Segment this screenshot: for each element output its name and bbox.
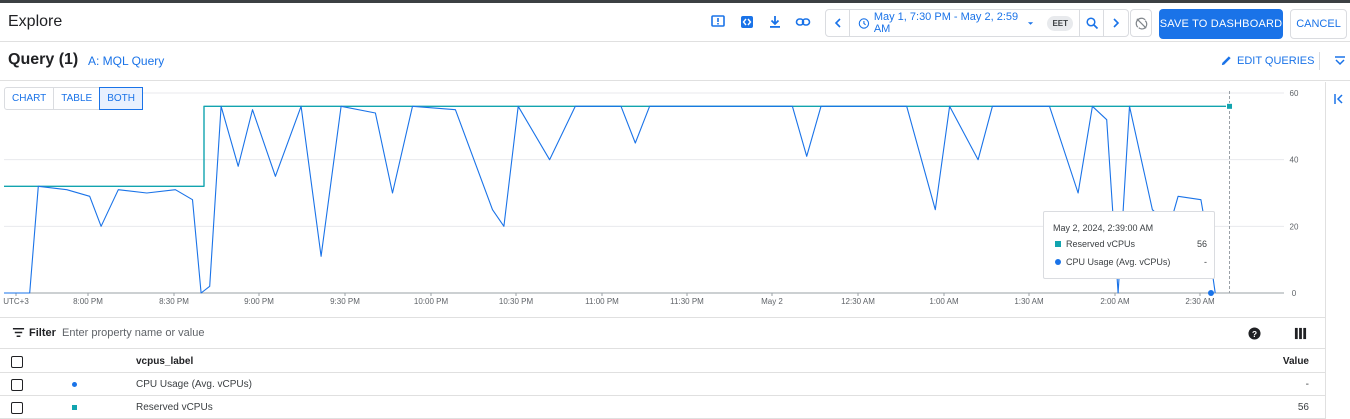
mql-query-link[interactable]: A: MQL Query	[88, 54, 164, 68]
filter-button[interactable]: Filter	[12, 326, 56, 339]
x-tick-label: 8:00 PM	[73, 297, 103, 306]
square-marker-icon	[1055, 241, 1061, 247]
x-tick-label: 11:00 PM	[585, 297, 619, 306]
circle-marker-icon	[1055, 259, 1061, 265]
clock-icon	[858, 17, 870, 29]
caret-down-icon	[1028, 21, 1034, 25]
filter-icon	[12, 328, 25, 337]
tooltip-row: CPU Usage (Avg. vCPUs) -	[1055, 257, 1207, 267]
download-icon[interactable]	[767, 14, 783, 30]
circle-marker-icon	[72, 382, 77, 387]
code-icon[interactable]	[739, 14, 755, 30]
square-marker-icon	[72, 405, 77, 410]
y-tick-label: 0	[1292, 289, 1297, 298]
columns-icon[interactable]	[1294, 327, 1307, 340]
page-title: Explore	[8, 13, 63, 30]
y-tick-label: 60	[1290, 89, 1299, 98]
time-range-label: May 1, 7:30 PM - May 2, 2:59 AM	[873, 11, 1019, 35]
column-header-label[interactable]: vcpus_label	[136, 356, 193, 367]
chevron-left-icon	[834, 18, 841, 28]
auto-refresh-off-button[interactable]	[1130, 9, 1152, 37]
chart-area: CHART TABLE BOTH 60 40 20 0 UTC+3 8:00 PM 8:30…	[0, 82, 1325, 317]
time-range-group: May 1, 7:30 PM - May 2, 2:59 AM EET	[825, 9, 1129, 37]
x-tick-label: 12:30 AM	[841, 297, 875, 306]
query-title: Query (1)	[8, 51, 79, 68]
x-tick-label: 9:00 PM	[244, 297, 274, 306]
x-tick-label: 11:30 PM	[670, 297, 704, 306]
reserved-hover-point	[1226, 102, 1234, 110]
row-label: CPU Usage (Avg. vCPUs)	[136, 379, 252, 390]
zoom-icon	[1085, 17, 1098, 30]
x-tick-label: 9:30 PM	[330, 297, 360, 306]
row-value: -	[1305, 379, 1309, 390]
row-checkbox[interactable]	[11, 379, 23, 391]
y-tick-label: 40	[1290, 156, 1299, 165]
row-value: 56	[1297, 402, 1309, 413]
tooltip-value: -	[1204, 257, 1207, 267]
right-side-rail	[1325, 82, 1350, 419]
x-tick-label: May 2	[761, 297, 783, 306]
link-icon[interactable]	[795, 14, 811, 30]
x-tick-label: 8:30 PM	[159, 297, 189, 306]
timezone-badge[interactable]: EET	[1047, 15, 1073, 31]
table-header-row: vcpus_label Value	[0, 350, 1325, 373]
view-chart-button[interactable]: CHART	[5, 88, 55, 109]
row-label: Reserved vCPUs	[136, 402, 213, 413]
tooltip-series-name: Reserved vCPUs	[1066, 239, 1136, 249]
svg-text:?: ?	[1252, 329, 1257, 339]
help-icon[interactable]: ?	[1248, 327, 1261, 340]
filter-input[interactable]	[62, 324, 462, 342]
x-tick-label: 10:30 PM	[499, 297, 534, 306]
x-tick-label: UTC+3	[3, 297, 29, 306]
edit-queries-label: EDIT QUERIES	[1237, 54, 1315, 67]
cancel-button[interactable]: CANCEL	[1290, 9, 1347, 39]
time-back-button[interactable]	[826, 10, 850, 36]
tooltip-title: May 2, 2024, 2:39:00 AM	[1053, 223, 1154, 233]
feedback-icon[interactable]	[710, 14, 726, 30]
explore-header: Explore May 1, 7:30 PM - May 2, 2:59 AM …	[0, 3, 1350, 42]
collapse-icon[interactable]	[1333, 54, 1347, 68]
reserved-vcpus-line	[4, 105, 1230, 187]
x-tick-label: 2:30 AM	[1185, 297, 1215, 306]
x-tick-label: 2:00 AM	[1100, 297, 1130, 306]
chevron-right-icon	[1113, 18, 1120, 28]
column-header-value[interactable]: Value	[1283, 356, 1309, 367]
table-row[interactable]: Reserved vCPUs 56	[0, 396, 1325, 419]
x-tick-label: 1:30 AM	[1014, 297, 1044, 306]
x-tick-label: 10:00 PM	[414, 297, 449, 306]
data-table: vcpus_label Value CPU Usage (Avg. vCPUs)…	[0, 350, 1325, 419]
cpu-hover-point	[1208, 290, 1214, 296]
view-toggle: CHART TABLE BOTH	[4, 87, 143, 110]
x-tick-label: 1:00 AM	[929, 297, 959, 306]
expand-panel-icon[interactable]	[1332, 92, 1346, 106]
edit-queries-button[interactable]: EDIT QUERIES	[1220, 54, 1314, 67]
row-checkbox[interactable]	[11, 402, 23, 414]
query-bar: Query (1) A: MQL Query EDIT QUERIES	[0, 42, 1350, 81]
time-range-selector[interactable]: May 1, 7:30 PM - May 2, 2:59 AM EET	[850, 10, 1080, 36]
chart-tooltip: May 2, 2024, 2:39:00 AM Reserved vCPUs 5…	[1043, 211, 1215, 279]
line-chart[interactable]: 60 40 20 0 UTC+3 8:00 PM 8:30 PM 9:00 PM 9:30 PM…	[0, 82, 1325, 317]
refresh-off-icon	[1135, 17, 1147, 30]
filter-label: Filter	[29, 326, 56, 339]
view-both-button[interactable]: BOTH	[99, 87, 143, 110]
cpu-usage-line	[4, 105, 1216, 294]
select-all-checkbox[interactable]	[11, 356, 23, 368]
filter-bar: Filter ?	[0, 317, 1325, 349]
y-tick-label: 20	[1290, 222, 1299, 231]
view-table-button[interactable]: TABLE	[54, 88, 101, 109]
table-row[interactable]: CPU Usage (Avg. vCPUs) -	[0, 373, 1325, 396]
time-forward-button[interactable]	[1104, 10, 1128, 36]
save-to-dashboard-button[interactable]: SAVE TO DASHBOARD	[1159, 9, 1283, 39]
pencil-icon	[1221, 56, 1231, 66]
tooltip-value: 56	[1196, 239, 1207, 249]
tooltip-series-name: CPU Usage (Avg. vCPUs)	[1066, 257, 1171, 267]
zoom-button[interactable]	[1080, 10, 1104, 36]
divider	[1319, 52, 1320, 70]
tooltip-row: Reserved vCPUs 56	[1055, 239, 1207, 249]
